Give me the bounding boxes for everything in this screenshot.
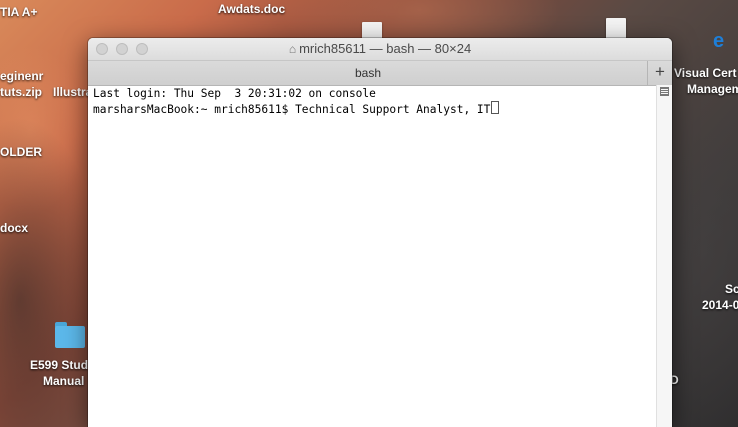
desktop-item-label[interactable]: Illustra bbox=[53, 85, 92, 100]
desktop-item-label[interactable]: 2014-0 bbox=[702, 298, 738, 313]
minimize-button[interactable] bbox=[116, 43, 128, 55]
terminal-line: Last login: Thu Sep 3 20:31:02 on consol… bbox=[93, 87, 376, 100]
folder-body bbox=[55, 326, 85, 348]
home-icon: ⌂ bbox=[288, 42, 297, 56]
title-bar[interactable]: ⌂ mrich85611 — bash — 80×24 bbox=[88, 38, 672, 60]
desktop-item-label[interactable]: Manual bbox=[43, 374, 84, 389]
new-tab-button[interactable]: + bbox=[647, 61, 672, 85]
desktop-item-label[interactable]: docx bbox=[0, 221, 28, 236]
desktop-item-label[interactable]: TIA A+ bbox=[0, 5, 37, 20]
text-cursor bbox=[491, 101, 500, 114]
desktop-item-label[interactable]: Managem bbox=[687, 82, 738, 97]
desktop-item-label[interactable]: OLDER bbox=[0, 145, 42, 160]
desktop-item-label[interactable]: eginenr bbox=[0, 69, 43, 84]
terminal-window[interactable]: ⌂ mrich85611 — bash — 80×24 bash + Last l… bbox=[88, 38, 672, 427]
folder-icon[interactable] bbox=[55, 322, 85, 348]
terminal-line: marsharsMacBook:~ mrich85611$ Technical … bbox=[93, 103, 491, 116]
split-pane-icon[interactable] bbox=[660, 87, 669, 96]
desktop-item-label[interactable]: tuts.zip bbox=[0, 85, 42, 100]
window-title: ⌂ mrich85611 — bash — 80×24 bbox=[289, 41, 471, 56]
desktop-item-label[interactable]: E599 Stud bbox=[30, 358, 88, 373]
zoom-button[interactable] bbox=[136, 43, 148, 55]
desktop-item-label[interactable]: Visual Cert bbox=[674, 66, 736, 81]
window-title-text: mrich85611 — bash — 80×24 bbox=[299, 41, 472, 56]
desktop-item-label[interactable]: Sc bbox=[725, 282, 738, 297]
terminal-prompt-line: marsharsMacBook:~ mrich85611$ Technical … bbox=[93, 101, 652, 117]
desktop-item-label[interactable]: Awdats.doc bbox=[218, 2, 285, 17]
terminal-output[interactable]: Last login: Thu Sep 3 20:31:02 on consol… bbox=[88, 85, 657, 427]
internet-explorer-icon[interactable]: e bbox=[713, 30, 735, 54]
scrollbar[interactable] bbox=[656, 85, 672, 427]
tab-bash[interactable]: bash bbox=[88, 61, 648, 85]
close-button[interactable] bbox=[96, 43, 108, 55]
tab-bar: bash + bbox=[88, 60, 672, 86]
